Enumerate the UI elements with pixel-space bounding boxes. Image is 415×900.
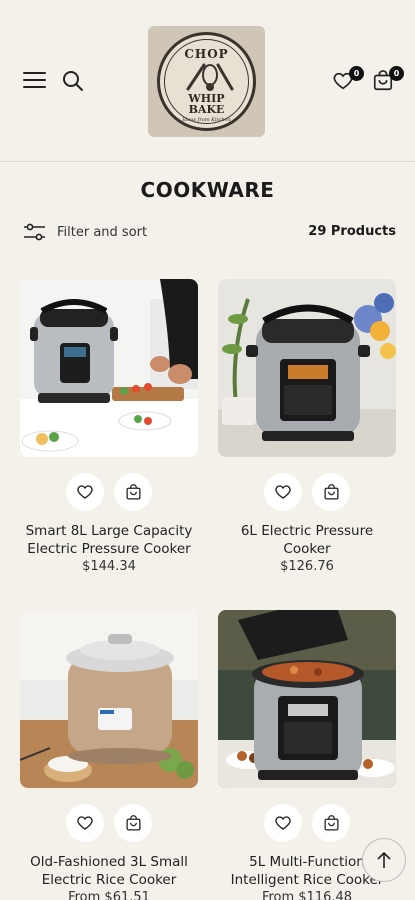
add-to-cart-button[interactable] [312,473,350,511]
cart-bag-icon [323,483,339,500]
cart-button[interactable]: 0 [372,66,404,94]
page-title: COOKWARE [140,178,275,202]
logo-tagline: Ideas from Kitchen [182,117,231,123]
heart-icon [77,485,93,499]
product-price: $126.76 [280,559,334,574]
scroll-to-top-button[interactable] [362,838,406,882]
product-actions [20,473,198,511]
product-actions [218,473,396,511]
filter-row: Filter and sort 29 Products [24,221,396,243]
product-actions [20,804,198,842]
cart-bag-icon [125,814,141,831]
product-image[interactable] [218,279,396,457]
site-logo[interactable]: CHOP WHIP BAKE Ideas from Kitchen [148,26,265,137]
heart-icon [275,816,291,830]
add-to-cart-button[interactable] [312,804,350,842]
product-title[interactable]: Old-Fashioned 3L Small Electric Rice Coo… [20,853,198,889]
add-to-wishlist-button[interactable] [264,804,302,842]
cart-count-badge: 0 [389,66,404,81]
logo-text-chop: CHOP [184,47,229,61]
arrow-up-icon [377,851,391,868]
add-to-wishlist-button[interactable] [66,473,104,511]
product-price: From $61.51 [68,890,150,900]
cart-bag-icon [125,483,141,500]
product-actions [218,804,396,842]
filter-sort-button[interactable]: Filter and sort [24,221,147,243]
site-header: CHOP WHIP BAKE Ideas from Kitchen 0 0 [0,0,415,162]
product-title[interactable]: 6L Electric Pressure Cooker [218,522,396,558]
cart-bag-icon [323,814,339,831]
wishlist-button[interactable]: 0 [332,66,364,94]
wishlist-count-badge: 0 [349,66,364,81]
add-to-cart-button[interactable] [114,804,152,842]
add-to-wishlist-button[interactable] [66,804,104,842]
heart-icon [275,485,291,499]
product-image[interactable] [20,279,198,457]
heart-icon [77,816,93,830]
logo-emblem: CHOP WHIP BAKE Ideas from Kitchen [157,32,256,131]
search-icon[interactable] [62,70,84,92]
product-price: $144.34 [82,559,136,574]
utensils-icon [186,63,234,91]
menu-icon[interactable] [23,72,46,90]
product-image[interactable] [20,610,198,788]
add-to-wishlist-button[interactable] [264,473,302,511]
product-image[interactable] [218,610,396,788]
filter-sliders-icon [24,223,45,241]
product-count: 29 Products [308,224,396,239]
product-price: From $116.48 [261,890,353,900]
filter-sort-label: Filter and sort [57,224,148,240]
add-to-cart-button[interactable] [114,473,152,511]
product-title[interactable]: Smart 8L Large Capacity Electric Pressur… [20,522,198,558]
logo-text-whip-bake: WHIP BAKE [188,92,225,116]
